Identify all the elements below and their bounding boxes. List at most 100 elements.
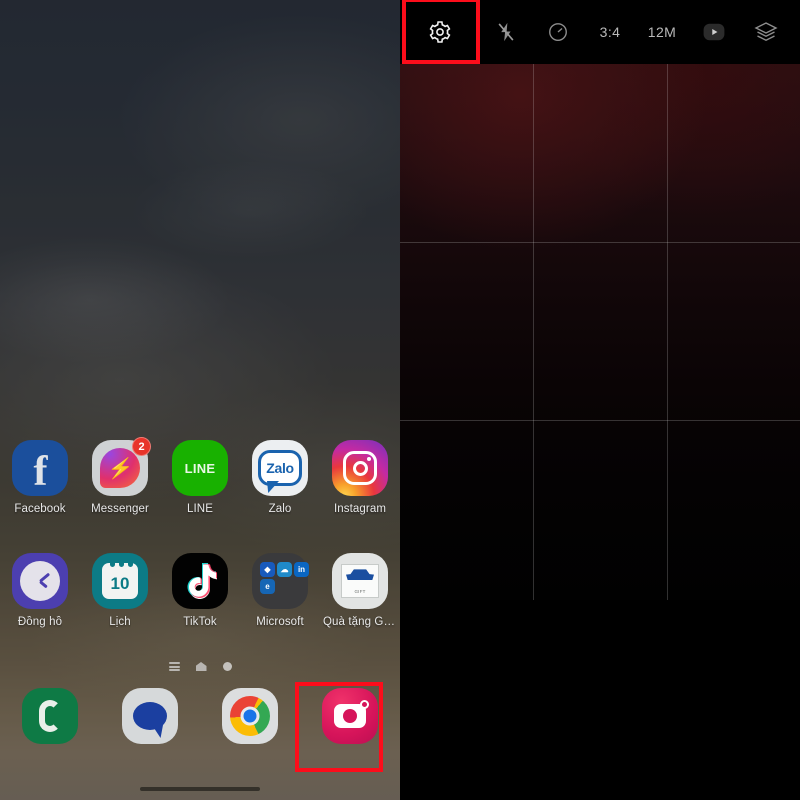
instagram-flash-dot: [367, 457, 371, 461]
app-label: TikTok: [183, 616, 217, 628]
phone-icon[interactable]: [22, 688, 78, 744]
navigation-gesture-bar[interactable]: [140, 787, 260, 791]
facebook-glyph: f: [33, 449, 48, 495]
camera-viewfinder[interactable]: [400, 64, 800, 600]
app-label: Lịch: [109, 616, 131, 628]
gift-box-text: GIFT: [354, 589, 366, 594]
tiktok-icon[interactable]: [172, 553, 228, 609]
notification-badge: 2: [132, 437, 151, 456]
camera-motion-photo-button[interactable]: [688, 0, 740, 64]
line-icon[interactable]: LINE: [172, 440, 228, 496]
instagram-lens: [352, 460, 368, 476]
app-label: Facebook: [14, 503, 66, 515]
calendar-body: 10: [102, 560, 138, 599]
dock-item-chrome[interactable]: [215, 688, 285, 744]
messages-icon[interactable]: [122, 688, 178, 744]
filters-icon: [754, 22, 778, 41]
folder-mini-icon-grid: ◆ ☁ in e: [259, 560, 309, 602]
app-line[interactable]: LINE LINE: [164, 440, 236, 515]
app-microsoft-folder[interactable]: ◆ ☁ in e Microsoft: [244, 553, 316, 628]
grid-line-horizontal-2: [400, 420, 800, 421]
app-label: Đồng hồ: [17, 616, 63, 628]
apps-list-indicator[interactable]: [168, 662, 180, 671]
facebook-icon[interactable]: f: [12, 440, 68, 496]
messenger-bubble: ⚡: [100, 448, 140, 488]
line-bubble: LINE: [180, 451, 220, 491]
camera-filters-button[interactable]: [740, 0, 792, 64]
timer-icon: [549, 23, 567, 41]
app-tiktok[interactable]: TikTok: [164, 553, 236, 628]
messenger-icon[interactable]: ⚡ 2: [92, 437, 151, 496]
app-galaxy-gift[interactable]: GIFT Quà tặng Gal...: [323, 553, 397, 628]
camera-resolution-button[interactable]: 12M: [636, 0, 688, 64]
app-label: Messenger: [91, 503, 149, 515]
grid-line-vertical-1: [533, 64, 534, 600]
calendar-icon[interactable]: 10: [92, 553, 148, 609]
calendar-notch-right: [128, 560, 133, 567]
app-grid-row-2: Đồng hồ 10 Lịch TikTok ◆ ☁ in e Microsof…: [0, 553, 400, 628]
linkedin-mini-icon: in: [294, 562, 309, 577]
home-screen-pane: f Facebook ⚡ 2 Messenger LINE LINE Zalo …: [0, 0, 400, 800]
chrome-icon[interactable]: [222, 688, 278, 744]
clock-face: [20, 561, 60, 601]
dock-item-phone[interactable]: [15, 688, 85, 744]
app-zalo[interactable]: Zalo Zalo: [244, 440, 316, 515]
home-page-indicator[interactable]: [195, 662, 207, 671]
chrome-wheel: [230, 696, 270, 736]
flash-off-icon: [498, 22, 514, 42]
app-messenger[interactable]: ⚡ 2 Messenger: [84, 437, 156, 515]
phone-handset-glyph: [39, 700, 61, 732]
app-label: Instagram: [333, 503, 387, 515]
wallpaper-dim-overlay: [0, 0, 400, 800]
gift-box: GIFT: [341, 564, 379, 598]
microsoft-folder-icon[interactable]: ◆ ☁ in e: [252, 553, 309, 609]
resolution-label: 12M: [647, 24, 677, 40]
zalo-bubble: Zalo: [258, 450, 302, 493]
messages-bubble: [133, 702, 167, 738]
screenshot-root: f Facebook ⚡ 2 Messenger LINE LINE Zalo …: [0, 0, 800, 800]
galaxy-gift-icon[interactable]: GIFT: [332, 553, 388, 609]
camera-app-highlight-box: [295, 682, 383, 772]
aspect-ratio-label: 3:4: [599, 24, 621, 40]
chrome-core: [240, 706, 260, 726]
camera-aspect-ratio-button[interactable]: 3:4: [584, 0, 636, 64]
app-facebook[interactable]: f Facebook: [4, 440, 76, 515]
onedrive-mini-icon: ◆: [260, 562, 275, 577]
line-glyph: LINE: [184, 460, 216, 476]
zalo-bubble-tail: [267, 481, 279, 493]
zalo-icon[interactable]: Zalo: [252, 440, 308, 496]
camera-flash-button[interactable]: [480, 0, 532, 64]
app-label: Quà tặng Gal...: [323, 616, 397, 628]
zalo-glyph: Zalo: [266, 460, 294, 476]
messages-bubble-tail: [152, 725, 163, 738]
page-indicator-row: [0, 662, 400, 671]
camera-timer-button[interactable]: [532, 0, 584, 64]
grid-line-horizontal-1: [400, 242, 800, 243]
dock-item-messages[interactable]: [115, 688, 185, 744]
motion-photo-icon: [703, 23, 725, 41]
app-label: LINE: [187, 503, 213, 515]
settings-highlight-box: [402, 0, 480, 64]
grid-line-vertical-2: [667, 64, 668, 600]
instagram-icon[interactable]: [332, 440, 388, 496]
calendar-notch-left: [110, 560, 115, 567]
app-label: Zalo: [268, 503, 292, 515]
current-page-indicator[interactable]: [222, 662, 232, 671]
instagram-camera-frame: [343, 451, 377, 485]
calendar-notch-mid: [119, 560, 124, 567]
app-instagram[interactable]: Instagram: [324, 440, 396, 515]
app-clock[interactable]: Đồng hồ: [4, 553, 76, 628]
edge-mini-icon: e: [260, 579, 275, 594]
calendar-day-number: 10: [110, 574, 130, 593]
line-bubble-tail: [189, 480, 198, 491]
app-label: Microsoft: [256, 616, 304, 628]
tiktok-note-glyph: [187, 563, 217, 599]
app-grid-row-1: f Facebook ⚡ 2 Messenger LINE LINE Zalo …: [0, 437, 400, 515]
app-calendar[interactable]: 10 Lịch: [84, 553, 156, 628]
clock-icon[interactable]: [12, 553, 68, 609]
messenger-bolt-glyph: ⚡: [105, 457, 134, 480]
camera-app-pane: 3:4 12M: [400, 0, 800, 800]
gift-car-glyph: [346, 569, 374, 580]
clock-hour-hand: [39, 579, 48, 588]
cloud-mini-icon: ☁: [277, 562, 292, 577]
